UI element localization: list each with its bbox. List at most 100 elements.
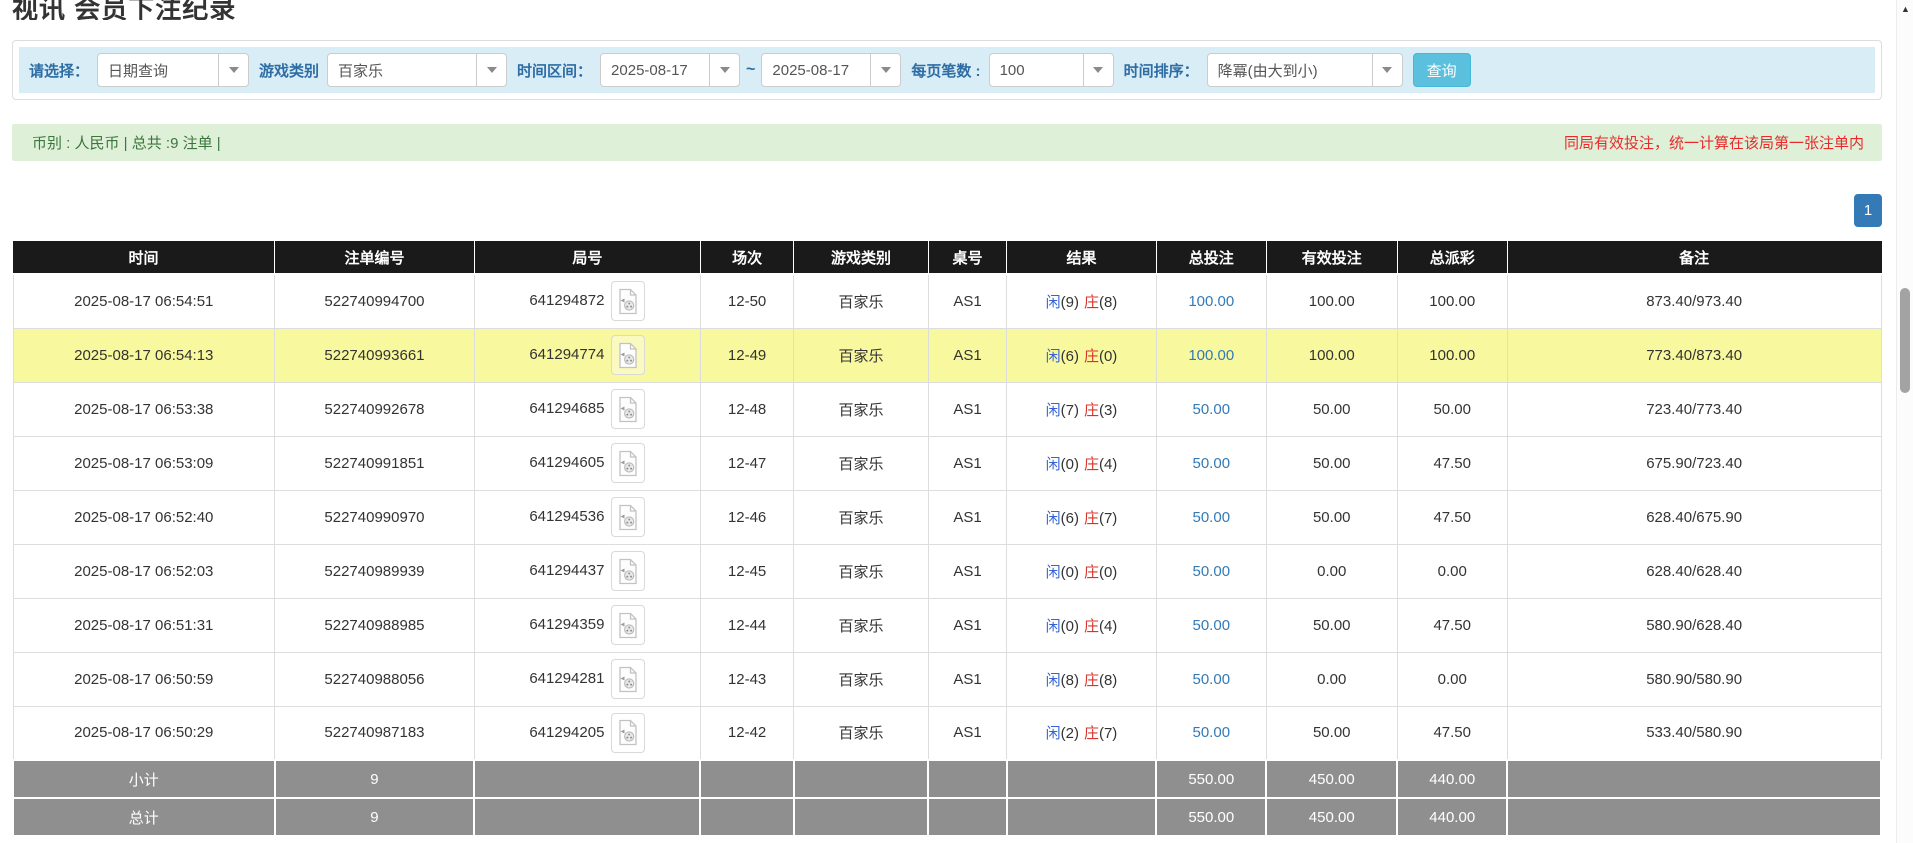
payout-cell: 47.50 — [1397, 706, 1507, 760]
valid-bet-note: 同局有效投注，统一计算在该局第一张注单内 — [1564, 132, 1864, 153]
video-file-icon — [617, 396, 639, 423]
table-row: 2025-08-17 06:52:03522740989939641294437… — [13, 544, 1881, 598]
table-no-cell: AS1 — [928, 598, 1006, 652]
time-cell: 2025-08-17 06:51:31 — [13, 598, 275, 652]
round-no: 641294205 — [529, 724, 604, 741]
video-replay-button[interactable] — [611, 659, 645, 699]
footer-label: 总计 — [13, 798, 275, 836]
footer-valid-bet: 450.00 — [1266, 798, 1397, 836]
player-score: (9) — [1061, 294, 1079, 311]
date-from-select[interactable]: 2025-08-17 — [600, 53, 740, 87]
video-replay-button[interactable] — [611, 335, 645, 375]
vertical-scrollbar[interactable]: ▲ — [1896, 0, 1913, 843]
scroll-up-arrow-icon[interactable]: ▲ — [1897, 4, 1913, 14]
bet-no-cell: 522740988056 — [275, 652, 475, 706]
video-replay-button[interactable] — [611, 605, 645, 645]
player-result: 闲 — [1046, 456, 1061, 473]
total-bet-cell: 100.00 — [1156, 328, 1266, 382]
round-no: 641294605 — [529, 454, 604, 471]
valid-bet-cell: 100.00 — [1266, 328, 1397, 382]
game-type-cell: 百家乐 — [794, 490, 928, 544]
bet-no-cell: 522740990970 — [275, 490, 475, 544]
table-row: 2025-08-17 06:53:09522740991851641294605… — [13, 436, 1881, 490]
footer-label: 小计 — [13, 760, 275, 798]
date-to-select[interactable]: 2025-08-17 — [761, 53, 901, 87]
footer-payout: 440.00 — [1397, 760, 1507, 798]
banker-score: (7) — [1099, 510, 1117, 527]
query-button[interactable]: 查询 — [1413, 53, 1471, 87]
filter-panel: 请选择： 日期查询 游戏类别 百家乐 时间区间： 2025-08-17 ~ 20… — [12, 40, 1882, 100]
round-no: 641294437 — [529, 562, 604, 579]
footer-count: 9 — [275, 798, 475, 836]
banker-score: (4) — [1099, 618, 1117, 635]
column-header: 结果 — [1007, 241, 1156, 274]
footer-empty-cell — [928, 798, 1006, 836]
banker-result: 庄 — [1084, 510, 1099, 527]
video-replay-button[interactable] — [611, 281, 645, 321]
session-cell: 12-47 — [700, 436, 793, 490]
video-replay-button[interactable] — [611, 443, 645, 483]
column-header: 游戏类别 — [794, 241, 928, 274]
total-bet-link[interactable]: 100.00 — [1188, 293, 1234, 310]
query-type-select[interactable]: 日期查询 — [97, 53, 249, 87]
footer-payout: 440.00 — [1397, 798, 1507, 836]
video-replay-button[interactable] — [611, 713, 645, 753]
time-sort-label: 时间排序： — [1124, 60, 1199, 81]
total-bet-link[interactable]: 50.00 — [1193, 563, 1231, 580]
game-type-cell: 百家乐 — [794, 544, 928, 598]
grand-total-row: 总计9550.00450.00440.00 — [13, 798, 1881, 836]
table-row: 2025-08-17 06:54:51522740994700641294872… — [13, 274, 1881, 328]
footer-empty-cell — [794, 798, 928, 836]
video-file-icon — [617, 612, 639, 639]
round-no-cell: 641294205 — [474, 706, 700, 760]
total-bet-link[interactable]: 50.00 — [1193, 671, 1231, 688]
player-result: 闲 — [1046, 725, 1061, 742]
banker-score: (3) — [1099, 402, 1117, 419]
total-bet-link[interactable]: 50.00 — [1193, 401, 1231, 418]
summary-bar: 币别 : 人民币 | 总共 :9 注单 | 同局有效投注，统一计算在该局第一张注… — [12, 124, 1882, 161]
player-result: 闲 — [1046, 564, 1061, 581]
subtotal-row: 小计9550.00450.00440.00 — [13, 760, 1881, 798]
video-replay-button[interactable] — [611, 551, 645, 591]
time-sort-select[interactable]: 降冪(由大到小) — [1207, 53, 1403, 87]
table-no-cell: AS1 — [928, 382, 1006, 436]
per-page-label: 每页笔数 : — [911, 60, 980, 81]
game-type-cell: 百家乐 — [794, 652, 928, 706]
total-bet-link[interactable]: 50.00 — [1193, 724, 1231, 741]
total-bet-link[interactable]: 50.00 — [1193, 455, 1231, 472]
result-cell: 闲(0)庄(4) — [1007, 598, 1156, 652]
round-no-cell: 641294774 — [474, 328, 700, 382]
remark-cell: 580.90/580.90 — [1507, 652, 1881, 706]
game-type-cell: 百家乐 — [794, 328, 928, 382]
valid-bet-cell: 50.00 — [1266, 382, 1397, 436]
remark-cell: 773.40/873.40 — [1507, 328, 1881, 382]
video-replay-button[interactable] — [611, 389, 645, 429]
total-bet-link[interactable]: 100.00 — [1188, 347, 1234, 364]
valid-bet-cell: 50.00 — [1266, 490, 1397, 544]
time-cell: 2025-08-17 06:50:59 — [13, 652, 275, 706]
time-cell: 2025-08-17 06:53:09 — [13, 436, 275, 490]
footer-empty-cell — [928, 760, 1006, 798]
payout-cell: 100.00 — [1397, 274, 1507, 328]
banker-result: 庄 — [1084, 456, 1099, 473]
banker-result: 庄 — [1084, 402, 1099, 419]
banker-score: (4) — [1099, 456, 1117, 473]
banker-score: (0) — [1099, 564, 1117, 581]
scrollbar-thumb[interactable] — [1900, 288, 1910, 393]
time-cell: 2025-08-17 06:52:40 — [13, 490, 275, 544]
session-cell: 12-46 — [700, 490, 793, 544]
footer-empty-cell — [700, 798, 793, 836]
pagination: 1 — [12, 194, 1882, 227]
video-replay-button[interactable] — [611, 497, 645, 537]
total-bet-link[interactable]: 50.00 — [1193, 509, 1231, 526]
player-score: (7) — [1061, 402, 1079, 419]
per-page-select[interactable]: 100 — [989, 53, 1114, 87]
round-no-cell: 641294536 — [474, 490, 700, 544]
table-row: 2025-08-17 06:50:29522740987183641294205… — [13, 706, 1881, 760]
payout-cell: 47.50 — [1397, 490, 1507, 544]
page-1-button[interactable]: 1 — [1854, 194, 1882, 227]
total-bet-link[interactable]: 50.00 — [1193, 617, 1231, 634]
game-type-select[interactable]: 百家乐 — [327, 53, 507, 87]
time-sort-value: 降冪(由大到小) — [1208, 54, 1372, 86]
banker-result: 庄 — [1084, 618, 1099, 635]
